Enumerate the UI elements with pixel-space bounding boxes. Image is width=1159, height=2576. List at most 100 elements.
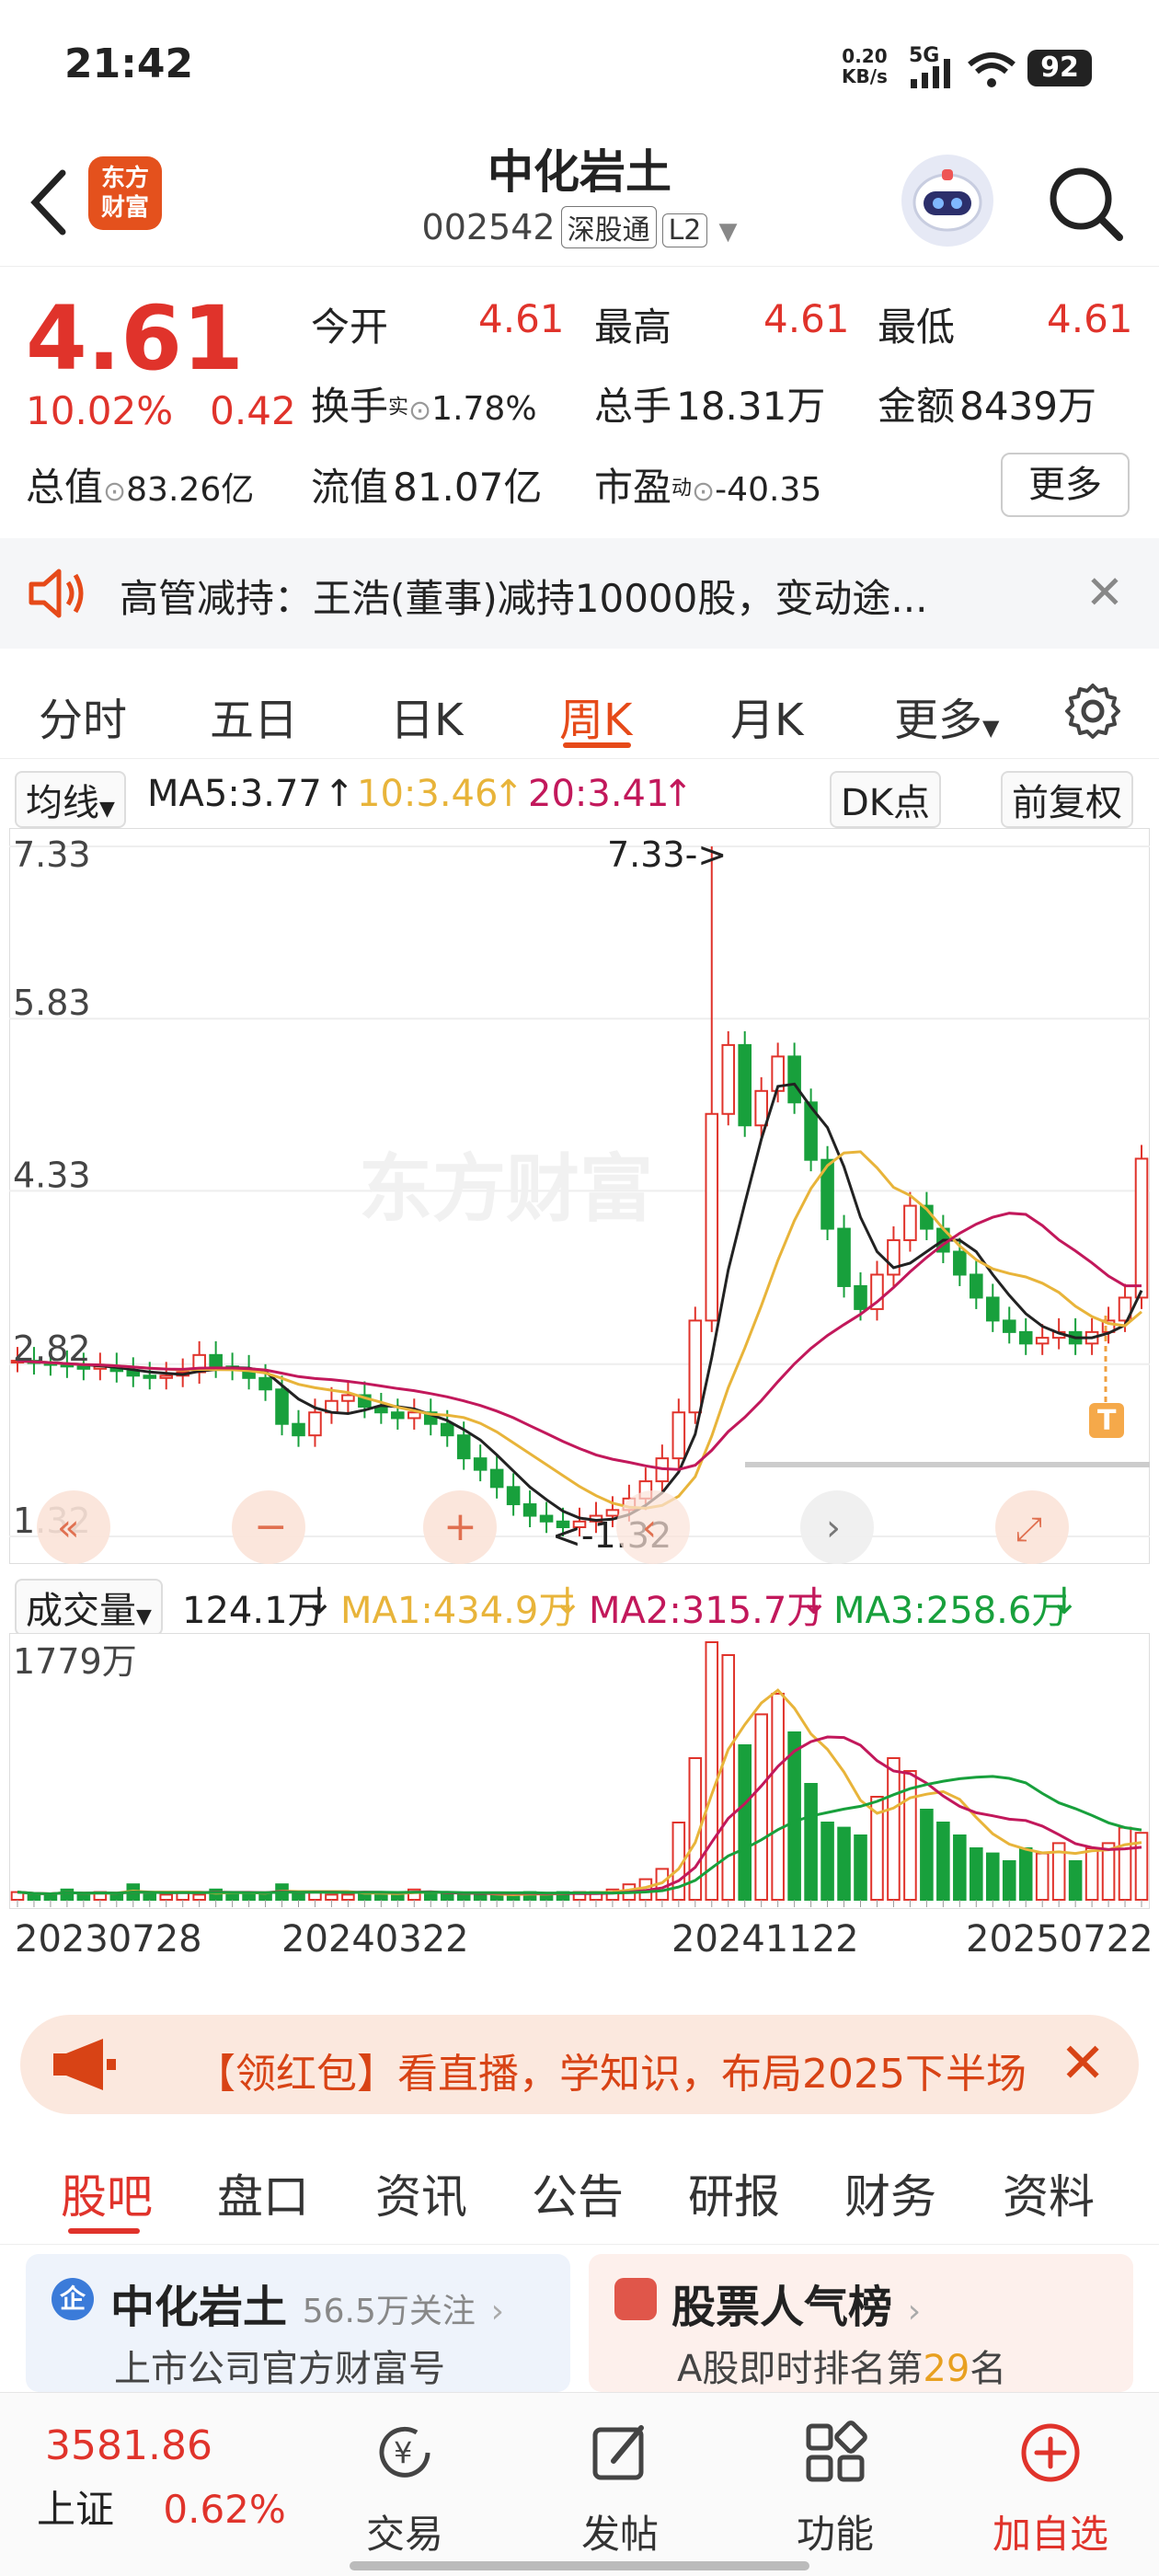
double-chevron-left-icon: « <box>57 1507 79 1549</box>
tab-guba[interactable]: 股吧 <box>61 2160 153 2226</box>
candle-body <box>903 1204 917 1242</box>
grid-icon <box>806 2421 867 2482</box>
arrow-down-icon: ↓ <box>798 1581 830 1623</box>
tab-announcements[interactable]: 公告 <box>532 2160 624 2226</box>
adjust-button[interactable]: 前复权 <box>1001 771 1133 828</box>
info-icon[interactable]: ⊙ <box>103 476 126 508</box>
dropdown-icon[interactable]: ▼ <box>718 218 737 246</box>
network-speed: 0.20 KB/s <box>842 45 888 87</box>
wifi-icon <box>968 52 1016 87</box>
candle-body <box>292 1422 305 1437</box>
close-icon[interactable]: ✕ <box>1085 566 1124 619</box>
date-tick: 20240322 <box>281 1918 469 1961</box>
more-button[interactable]: 更多 <box>1001 453 1130 517</box>
volume-bar <box>738 1744 752 1901</box>
dk-point-button[interactable]: DK点 <box>830 771 942 828</box>
chevron-right-icon: › <box>490 2293 505 2330</box>
tab-news[interactable]: 资讯 <box>375 2160 467 2226</box>
nav-functions[interactable]: 功能 <box>752 2421 918 2559</box>
max-price-label: 7.33-> <box>607 834 727 875</box>
nav-post[interactable]: 发帖 <box>537 2421 703 2559</box>
gear-icon[interactable] <box>1063 682 1122 741</box>
candle-body <box>391 1411 405 1420</box>
candle-body <box>159 1374 174 1379</box>
volume-bar <box>953 1834 967 1901</box>
candle-body <box>738 1043 752 1127</box>
bottom-nav: 3581.86 上证 0.62% ¥ 交易 发帖 功能 加自选 <box>0 2392 1159 2576</box>
candle-body <box>341 1394 355 1402</box>
tab-monthly-k[interactable]: 月K <box>730 684 803 748</box>
candle-body <box>985 1296 1000 1322</box>
candle-body <box>522 1503 537 1517</box>
period-tabs: 分时 五日 日K 周K 月K 更多▼ <box>0 649 1159 759</box>
company-card[interactable]: 企 中化岩土 56.5万关注 › 上市公司官方财富号 <box>26 2254 570 2392</box>
candle-body <box>275 1388 289 1425</box>
promo-banner[interactable]: 【领红包】看直播，学知识，布局2025下半场 ✕ <box>20 2015 1139 2114</box>
info-icon[interactable]: ⊙ <box>692 476 715 508</box>
market-tag: 深股通 <box>560 206 657 248</box>
volume-chart[interactable]: 1779万 <box>9 1633 1150 1909</box>
volume-bar <box>60 1888 75 1901</box>
svg-text:¥: ¥ <box>394 2435 412 2470</box>
change-percent: 10.02% <box>26 388 174 433</box>
company-badge-icon: 企 <box>52 2278 94 2320</box>
popularity-card[interactable]: 股票人气榜 › A股即时排名第29名 <box>589 2254 1133 2392</box>
candle-body <box>209 1353 223 1368</box>
stock-header: 东方 财富 中化岩土 002542 深股通 L2 ▼ <box>0 138 1159 267</box>
tab-profile[interactable]: 资料 <box>1003 2160 1095 2226</box>
close-icon[interactable]: ✕ <box>1060 2031 1106 2096</box>
candle-body <box>539 1514 554 1523</box>
volume-selector[interactable]: 成交量▼ <box>15 1579 163 1636</box>
vol-ma3: MA3:258.6万 <box>833 1590 1069 1632</box>
notice-bar[interactable]: 高管减持：王浩(董事)减持10000股，变动途... ✕ <box>0 538 1159 649</box>
tab-daily-k[interactable]: 日K <box>390 684 463 748</box>
date-tick: 20241122 <box>671 1918 859 1961</box>
svg-text:东方财富: 东方财富 <box>359 1146 653 1232</box>
volume-bar <box>820 1822 834 1901</box>
volume-bar <box>854 1834 867 1901</box>
watermark: 东方财富 <box>359 1146 653 1232</box>
nav-add-watchlist[interactable]: 加自选 <box>968 2421 1133 2559</box>
volume-bar <box>920 1809 934 1901</box>
robot-assistant-icon[interactable] <box>901 155 993 247</box>
open-stat: 今开 <box>311 305 389 350</box>
arrow-down-icon: ↓ <box>304 1581 335 1623</box>
candle-body <box>126 1370 141 1377</box>
search-icon[interactable] <box>1044 156 1127 248</box>
tab-more[interactable]: 更多▼ <box>894 684 999 748</box>
dropdown-icon: ▼ <box>982 715 1000 741</box>
index-widget[interactable]: 3581.86 上证 0.62% <box>37 2422 286 2535</box>
index-name: 上证 <box>37 2487 115 2532</box>
ma20-label: 20:3.41 <box>528 773 670 815</box>
volume-bar <box>771 1693 785 1901</box>
ma-selector[interactable]: 均线▼ <box>15 771 126 828</box>
date-tick: 20250722 <box>966 1918 1153 1961</box>
candle-body <box>1134 1157 1149 1299</box>
home-indicator[interactable] <box>350 2561 809 2570</box>
volume-bar <box>341 1893 355 1901</box>
nav-trade[interactable]: ¥ 交易 <box>322 2421 488 2559</box>
tab-order-book[interactable]: 盘口 <box>217 2160 309 2226</box>
promo-text: 【领红包】看直播，学知识，布局2025下半场 <box>195 2051 1027 2098</box>
kline-chart[interactable]: 7.335.834.332.821.32 东方财富 7.33-> <-1.32 … <box>9 828 1150 1564</box>
change-amount: 0.42 <box>210 388 296 433</box>
tab-finance[interactable]: 财务 <box>844 2160 936 2226</box>
ma5-label: MA5:3.77 <box>147 773 322 815</box>
ma10-arrow-icon: ↑ <box>493 773 524 815</box>
tab-five-day[interactable]: 五日 <box>210 684 298 748</box>
current-price: 4.61 <box>26 287 244 390</box>
chevron-right-icon: › <box>826 1507 841 1549</box>
pe-stat: 市盈动⊙-40.35 <box>594 465 822 510</box>
candle-body <box>970 1273 983 1299</box>
candle-body <box>854 1284 867 1310</box>
tab-weekly-k[interactable]: 周K <box>559 684 632 748</box>
ma-legend-bar: 均线▼ MA5:3.77 ↑ 10:3.46 ↑ 20:3.41 ↑ DK点 前… <box>0 764 1159 828</box>
tab-research[interactable]: 研报 <box>688 2160 780 2226</box>
info-cards: 企 中化岩土 56.5万关注 › 上市公司官方财富号 股票人气榜 › A股即时排… <box>0 2254 1159 2392</box>
vol-ma2: MA2:315.7万 <box>589 1590 824 1632</box>
tab-intraday[interactable]: 分时 <box>39 684 127 748</box>
info-icon[interactable]: ⊙ <box>408 395 431 427</box>
volume-bar <box>258 1893 272 1901</box>
volume-bar <box>787 1731 801 1901</box>
volume-bar <box>804 1783 818 1901</box>
